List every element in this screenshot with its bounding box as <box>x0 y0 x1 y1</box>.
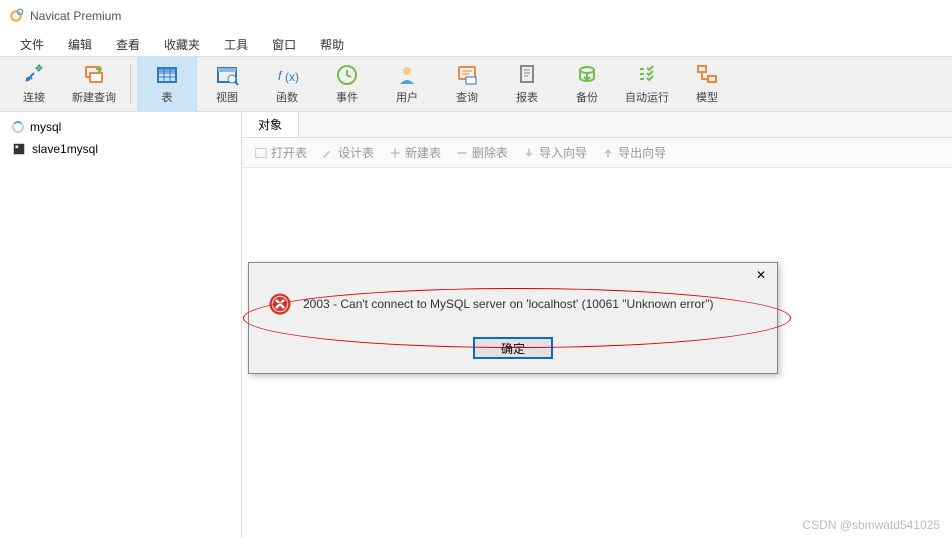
table-label: 表 <box>162 89 173 105</box>
database-icon <box>12 142 26 156</box>
connect-label: 连接 <box>23 89 45 105</box>
connection-mysql[interactable]: mysql <box>0 116 241 138</box>
report-button[interactable]: 报表 <box>497 56 557 112</box>
tab-objects[interactable]: 对象 <box>241 111 299 137</box>
model-label: 模型 <box>696 89 718 105</box>
import-icon <box>522 146 536 160</box>
report-icon <box>515 63 539 87</box>
function-button[interactable]: f(x) 函数 <box>257 56 317 112</box>
title-bar: Navicat Premium <box>0 0 952 32</box>
connection-label: slave1mysql <box>32 142 98 156</box>
new-query-label: 新建查询 <box>72 89 116 105</box>
toolbar-separator <box>130 64 131 104</box>
ok-button[interactable]: 确定 <box>473 337 553 359</box>
function-label: 函数 <box>276 89 298 105</box>
dialog-titlebar: ✕ <box>249 263 777 287</box>
connection-label: mysql <box>30 120 61 134</box>
event-button[interactable]: 事件 <box>317 56 377 112</box>
new-query-button[interactable]: 新建查询 <box>64 56 124 112</box>
svg-text:f: f <box>278 69 283 83</box>
query-button[interactable]: 查询 <box>437 56 497 112</box>
backup-button[interactable]: 备份 <box>557 56 617 112</box>
user-label: 用户 <box>396 89 418 105</box>
minus-icon <box>455 146 469 160</box>
menu-edit[interactable]: 编辑 <box>56 36 104 53</box>
model-icon <box>695 63 719 87</box>
main-toolbar: 连接 新建查询 表 视图 f(x) 函数 事件 用户 查询 报表 备份 自动运行 <box>0 56 952 112</box>
backup-label: 备份 <box>576 89 598 105</box>
query-icon <box>455 63 479 87</box>
query-label: 查询 <box>456 89 478 105</box>
table-button[interactable]: 表 <box>137 56 197 112</box>
plus-icon <box>388 146 402 160</box>
clock-icon <box>335 63 359 87</box>
event-label: 事件 <box>336 89 358 105</box>
tab-row: 对象 <box>242 112 952 138</box>
menu-bar: 文件 编辑 查看 收藏夹 工具 窗口 帮助 <box>0 32 952 56</box>
new-query-icon <box>82 63 106 87</box>
error-dialog: ✕ 2003 - Can't connect to MySQL server o… <box>248 262 778 374</box>
user-button[interactable]: 用户 <box>377 56 437 112</box>
menu-view[interactable]: 查看 <box>104 36 152 53</box>
menu-file[interactable]: 文件 <box>8 36 56 53</box>
spinner-icon <box>12 121 24 133</box>
plug-icon <box>22 63 46 87</box>
watermark: CSDN @sbmwatd541025 <box>802 518 940 532</box>
menu-favorites[interactable]: 收藏夹 <box>152 36 212 53</box>
new-table-button[interactable]: 新建表 <box>382 142 447 163</box>
view-label: 视图 <box>216 89 238 105</box>
open-table-button[interactable]: 打开表 <box>248 142 313 163</box>
connection-sidebar: mysql slave1mysql <box>0 112 242 538</box>
menu-window[interactable]: 窗口 <box>260 36 308 53</box>
error-message: 2003 - Can't connect to MySQL server on … <box>303 297 713 311</box>
app-icon <box>8 8 24 24</box>
connect-button[interactable]: 连接 <box>4 56 64 112</box>
menu-help[interactable]: 帮助 <box>308 36 356 53</box>
window-title: Navicat Premium <box>30 9 121 23</box>
import-wizard-button[interactable]: 导入向导 <box>516 142 593 163</box>
close-icon: ✕ <box>756 268 766 282</box>
user-icon <box>395 63 419 87</box>
view-button[interactable]: 视图 <box>197 56 257 112</box>
automation-button[interactable]: 自动运行 <box>617 56 677 112</box>
automation-label: 自动运行 <box>625 89 669 105</box>
delete-table-button[interactable]: 删除表 <box>449 142 514 163</box>
connection-slave1mysql[interactable]: slave1mysql <box>0 138 241 160</box>
function-icon: f(x) <box>275 63 299 87</box>
open-icon <box>254 146 268 160</box>
model-button[interactable]: 模型 <box>677 56 737 112</box>
export-wizard-button[interactable]: 导出向导 <box>595 142 672 163</box>
export-icon <box>601 146 615 160</box>
backup-icon <box>575 63 599 87</box>
wrench-icon <box>321 146 335 160</box>
automation-icon <box>635 63 659 87</box>
error-icon <box>267 291 293 317</box>
close-button[interactable]: ✕ <box>747 264 775 286</box>
view-icon <box>215 63 239 87</box>
svg-text:(x): (x) <box>285 70 299 84</box>
table-icon <box>155 63 179 87</box>
menu-tools[interactable]: 工具 <box>212 36 260 53</box>
design-table-button[interactable]: 设计表 <box>315 142 380 163</box>
report-label: 报表 <box>516 89 538 105</box>
object-toolbar: 打开表 设计表 新建表 删除表 导入向导 导出向导 <box>242 138 952 168</box>
